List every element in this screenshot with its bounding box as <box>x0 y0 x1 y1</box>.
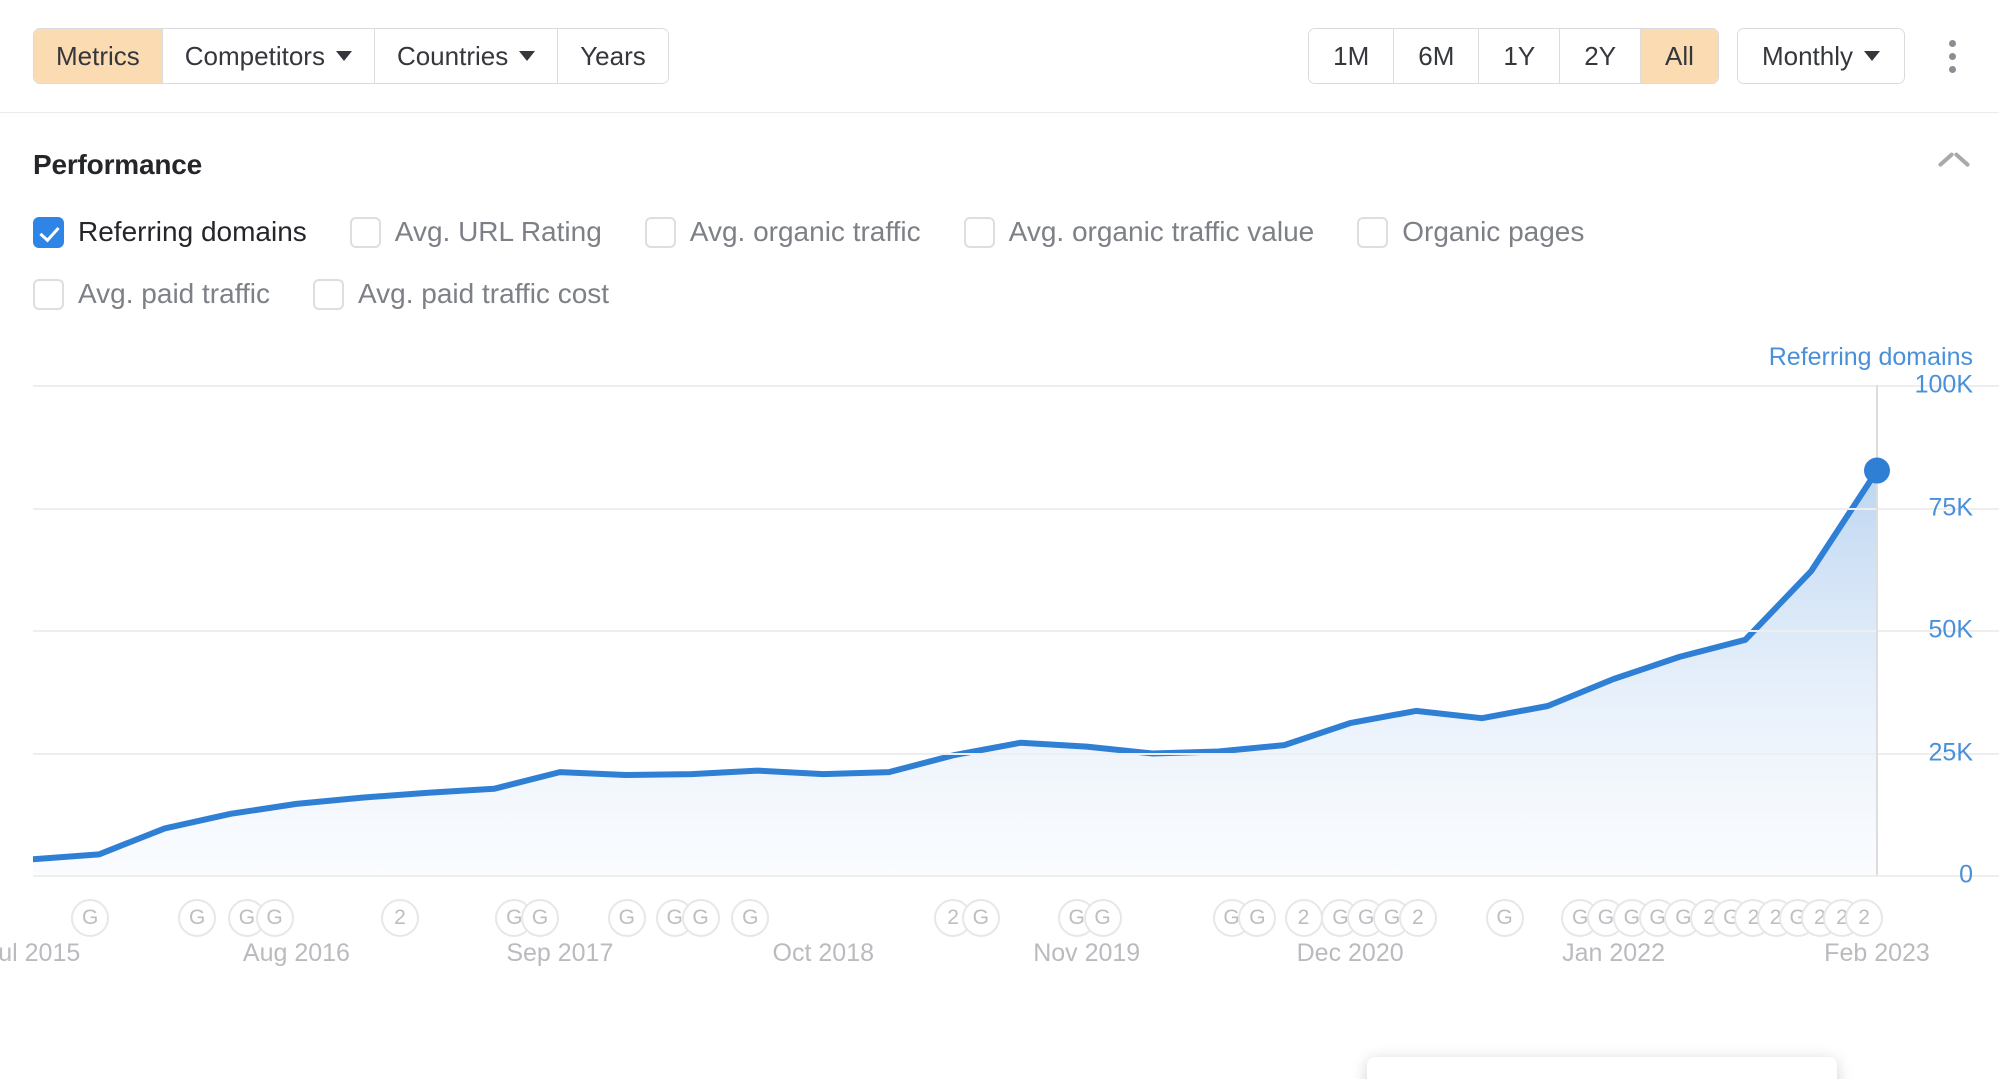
chart-annotation-badge[interactable]: G <box>682 899 720 937</box>
x-axis-tick-label: Oct 2018 <box>773 939 874 968</box>
more-options-button[interactable] <box>1931 30 1973 82</box>
chart-annotation-badge[interactable]: G <box>608 899 646 937</box>
kebab-menu-icon <box>1949 66 1956 73</box>
x-axis-tick-label: Dec 2020 <box>1297 939 1404 968</box>
metric-label: Referring domains <box>78 216 307 248</box>
range-1m[interactable]: 1M <box>1309 29 1394 83</box>
x-axis-tick-label: Nov 2019 <box>1033 939 1140 968</box>
kebab-menu-icon <box>1949 40 1956 47</box>
x-axis-tick-label: Aug 2016 <box>243 939 350 968</box>
granularity-dropdown[interactable]: Monthly <box>1737 28 1905 84</box>
toolbar-right-controls: 1M 6M 1Y 2Y All Monthly <box>1308 0 1999 112</box>
range-2y[interactable]: 2Y <box>1560 29 1641 83</box>
chart-tooltip: February 2023 Referring domains 82,539 <box>1367 1057 1837 1079</box>
range-all[interactable]: All <box>1641 29 1718 83</box>
tab-countries-label: Countries <box>397 41 508 72</box>
checkbox-avg-organic-traffic-value[interactable] <box>964 217 995 248</box>
metric-referring-domains[interactable]: Referring domains <box>33 216 307 248</box>
performance-chart: Referring domains 100K75K50K25K0 GGGG2GG… <box>0 343 1999 973</box>
metric-avg-paid-traffic[interactable]: Avg. paid traffic <box>33 278 270 310</box>
chart-annotation-badge[interactable]: G <box>1084 899 1122 937</box>
tab-years-label: Years <box>580 41 646 72</box>
y-axis-tick-label: 25K <box>1929 738 1973 767</box>
x-axis-tick-label: Feb 2023 <box>1824 939 1930 968</box>
chart-annotation-badge[interactable]: G <box>521 899 559 937</box>
y-axis-tick-label: 0 <box>1959 861 1973 890</box>
tab-years[interactable]: Years <box>558 29 668 83</box>
checkbox-avg-paid-traffic-cost[interactable] <box>313 279 344 310</box>
y-axis-tick-label: 50K <box>1929 616 1973 645</box>
x-axis-tick-label: Jul 2015 <box>0 939 80 968</box>
chart-plot-area[interactable] <box>33 385 1877 875</box>
chart-annotation-badge[interactable]: 2 <box>1285 899 1323 937</box>
chart-annotation-badge[interactable]: G <box>256 899 294 937</box>
metric-row-2: Avg. paid traffic Avg. paid traffic cost <box>33 263 1966 325</box>
metric-label: Avg. paid traffic cost <box>358 278 609 310</box>
chart-annotation-badge[interactable]: 2 <box>1399 899 1437 937</box>
top-toolbar: Metrics Competitors Countries Years 1M 6… <box>0 0 1999 113</box>
kebab-menu-icon <box>1949 53 1956 60</box>
range-1y-label: 1Y <box>1503 41 1535 72</box>
metric-row-1: Referring domains Avg. URL Rating Avg. o… <box>33 201 1966 263</box>
chart-annotation-badge[interactable]: G <box>962 899 1000 937</box>
tab-competitors[interactable]: Competitors <box>163 29 375 83</box>
chevron-down-icon <box>519 51 535 61</box>
range-6m-label: 6M <box>1418 41 1454 72</box>
metric-avg-organic-traffic-value[interactable]: Avg. organic traffic value <box>964 216 1315 248</box>
view-tabs-group: Metrics Competitors Countries Years <box>33 28 669 84</box>
chart-gridline <box>33 875 1999 877</box>
y-axis-tick-label: 75K <box>1929 493 1973 522</box>
granularity-button[interactable]: Monthly <box>1738 29 1904 83</box>
checkbox-organic-pages[interactable] <box>1357 217 1388 248</box>
chart-marker-layer <box>33 385 1877 875</box>
metric-avg-url-rating[interactable]: Avg. URL Rating <box>350 216 602 248</box>
performance-header: Performance <box>0 129 1999 201</box>
chevron-up-icon[interactable] <box>1939 156 1969 174</box>
range-all-label: All <box>1665 41 1694 72</box>
metric-label: Avg. organic traffic value <box>1009 216 1315 248</box>
checkbox-avg-paid-traffic[interactable] <box>33 279 64 310</box>
chart-annotation-badge[interactable]: 2 <box>1845 899 1883 937</box>
range-2y-label: 2Y <box>1584 41 1616 72</box>
chart-y-axis: 100K75K50K25K0 <box>1887 385 1999 915</box>
chart-annotation-badge[interactable]: G <box>1486 899 1524 937</box>
checkbox-referring-domains[interactable] <box>33 217 64 248</box>
page-title: Performance <box>33 149 202 181</box>
checkbox-avg-organic-traffic[interactable] <box>645 217 676 248</box>
chart-annotation-badge[interactable]: G <box>178 899 216 937</box>
checkbox-avg-url-rating[interactable] <box>350 217 381 248</box>
chart-annotation-badges: GGGG2GGGGGG2GGGGG2GGG2GGGGGG2G22G222 <box>33 899 1877 941</box>
y-axis-tick-label: 100K <box>1915 371 1973 400</box>
metric-label: Organic pages <box>1402 216 1584 248</box>
x-axis-tick-label: Sep 2017 <box>506 939 613 968</box>
metric-checkbox-list: Referring domains Avg. URL Rating Avg. o… <box>0 201 1999 325</box>
metric-avg-organic-traffic[interactable]: Avg. organic traffic <box>645 216 921 248</box>
metric-label: Avg. paid traffic <box>78 278 270 310</box>
chart-legend-referring-domains[interactable]: Referring domains <box>1769 343 1973 372</box>
metric-label: Avg. organic traffic <box>690 216 921 248</box>
chevron-down-icon <box>1864 51 1880 61</box>
range-1m-label: 1M <box>1333 41 1369 72</box>
granularity-label: Monthly <box>1762 41 1853 72</box>
metric-organic-pages[interactable]: Organic pages <box>1357 216 1584 248</box>
tab-competitors-label: Competitors <box>185 41 325 72</box>
metric-avg-paid-traffic-cost[interactable]: Avg. paid traffic cost <box>313 278 609 310</box>
chart-annotation-badge[interactable]: G <box>731 899 769 937</box>
chevron-down-icon <box>336 51 352 61</box>
tab-countries[interactable]: Countries <box>375 29 558 83</box>
tab-metrics[interactable]: Metrics <box>34 29 163 83</box>
chart-annotation-badge[interactable]: G <box>1238 899 1276 937</box>
chart-annotation-badge[interactable]: 2 <box>381 899 419 937</box>
date-range-group: 1M 6M 1Y 2Y All <box>1308 28 1719 84</box>
range-6m[interactable]: 6M <box>1394 29 1479 83</box>
tab-metrics-label: Metrics <box>56 41 140 72</box>
x-axis-tick-label: Jan 2022 <box>1562 939 1665 968</box>
chart-annotation-badge[interactable]: G <box>71 899 109 937</box>
metric-label: Avg. URL Rating <box>395 216 602 248</box>
chart-x-axis: GGGG2GGGGGG2GGGGG2GGG2GGGGGG2G22G222 Jul… <box>33 903 1877 973</box>
range-1y[interactable]: 1Y <box>1479 29 1560 83</box>
